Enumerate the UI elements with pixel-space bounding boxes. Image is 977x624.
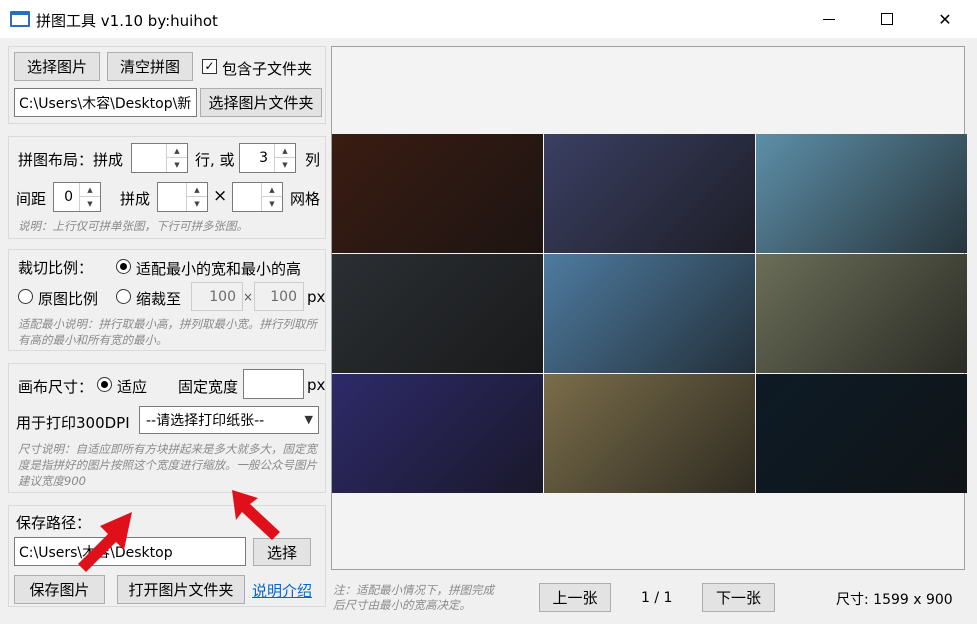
select-folder-button[interactable]: 选择图片文件夹	[200, 88, 322, 117]
print-label: 用于打印300DPI	[16, 414, 130, 432]
tile-girl-car-city	[544, 134, 755, 253]
footer-note-line1: 注：适配最小情况下，拼图完成	[333, 583, 494, 597]
app-window-icon	[10, 11, 30, 27]
cols-suffix: 列	[305, 151, 321, 169]
spacing-label: 间距	[16, 190, 47, 208]
grid-suffix: 网格	[290, 190, 321, 208]
crop-fit-label: 适配最小的宽和最小的高	[136, 260, 302, 278]
canvas-auto-radio[interactable]	[97, 377, 112, 392]
grid-a-input[interactable]	[157, 182, 187, 212]
maximize-button[interactable]	[858, 0, 916, 38]
print-paper-value: --请选择打印纸张--	[146, 413, 265, 429]
crop-width-input[interactable]: 100	[191, 282, 243, 311]
grid-b-spinner[interactable]: ▲ ▼	[261, 182, 283, 212]
page-indicator: 1 / 1	[641, 590, 673, 606]
tile-garden-girls	[756, 254, 967, 373]
chevron-down-icon: ▼	[304, 413, 313, 426]
cols-input[interactable]: 3	[239, 143, 275, 173]
crop-original-label: 原图比例	[38, 290, 99, 308]
title-bar: 拼图工具 v1.10 by:huihot ✕	[0, 0, 977, 38]
clear-collage-button[interactable]: 清空拼图	[107, 52, 193, 81]
tile-taxi-scene	[544, 374, 755, 493]
preview-area	[331, 46, 967, 570]
tile-blue-hair-girl	[332, 374, 543, 493]
spacing-input[interactable]: 0	[53, 182, 80, 212]
crop-hint: 适配最小说明：拼行取最小高，拼列取最小宽。拼行列取所有高的最小和所有宽的最小。	[18, 317, 317, 347]
minimize-icon	[823, 18, 835, 20]
crop-scale-label: 缩裁至	[136, 290, 182, 308]
crop-fit-radio[interactable]	[116, 259, 131, 274]
layout-hint: 说明：上行仅可拼单张图，下行可拼多张图。	[18, 219, 248, 233]
canvas-auto-label: 适应	[117, 378, 148, 396]
include-subfolders-label: 包含子文件夹	[222, 60, 313, 78]
tile-misty-door	[332, 254, 543, 373]
crop-times: ×	[243, 290, 254, 304]
tile-dark-hair-man	[332, 134, 543, 253]
grid-a-spinner[interactable]: ▲ ▼	[186, 182, 208, 212]
grid-times: ×	[213, 186, 228, 206]
crop-label: 裁切比例：	[18, 259, 94, 277]
folder-path-field[interactable]: C:\Users\木容\Desktop\新	[14, 88, 197, 117]
canvas-label: 画布尺寸：	[18, 378, 94, 396]
arrow-annotation-icon	[232, 490, 280, 540]
arrow-annotation-icon	[78, 512, 132, 572]
crop-height-input[interactable]: 100	[254, 282, 304, 311]
canvas-fixed-width-input[interactable]	[243, 369, 304, 399]
tile-valley-couple	[544, 254, 755, 373]
print-paper-select[interactable]: --请选择打印纸张-- ▼	[139, 406, 319, 434]
spacing-spinner[interactable]: ▲ ▼	[79, 182, 101, 212]
close-icon: ✕	[938, 9, 952, 29]
footer-note-line2: 后尺寸由最小的宽高决定。	[333, 598, 471, 612]
tile-blue-flame-warrior	[756, 374, 967, 493]
crop-unit: px	[307, 288, 326, 306]
crop-scale-radio[interactable]	[116, 289, 131, 304]
canvas-hint: 尺寸说明：自适应即所有方块拼起来是多大就多大，固定宽度是指拼好的图片按照这个宽度…	[18, 442, 317, 488]
window-title: 拼图工具 v1.10 by:huihot	[36, 12, 218, 30]
canvas-unit: px	[307, 376, 326, 394]
canvas-fixed-label: 固定宽度	[178, 378, 239, 396]
close-button[interactable]: ✕	[916, 0, 974, 38]
rows-input[interactable]	[131, 143, 167, 173]
minimize-button[interactable]	[800, 0, 858, 38]
grid-b-input[interactable]	[232, 182, 262, 212]
next-button[interactable]: 下一张	[702, 583, 775, 612]
tile-water-fairy	[756, 134, 967, 253]
image-size-label: 尺寸: 1599 x 900	[836, 592, 953, 608]
cols-spinner[interactable]: ▲ ▼	[274, 143, 296, 173]
rows-suffix: 行, 或	[195, 151, 235, 169]
prev-button[interactable]: 上一张	[539, 583, 611, 612]
grid-label: 拼成	[120, 190, 151, 208]
help-link[interactable]: 说明介绍	[252, 580, 312, 601]
include-subfolders-checkbox[interactable]: ✓	[202, 59, 217, 74]
select-images-button[interactable]: 选择图片	[14, 52, 100, 81]
rows-spinner[interactable]: ▲ ▼	[166, 143, 188, 173]
layout-label: 拼图布局：拼成	[18, 151, 124, 169]
crop-original-radio[interactable]	[18, 289, 33, 304]
maximize-icon	[881, 13, 893, 25]
